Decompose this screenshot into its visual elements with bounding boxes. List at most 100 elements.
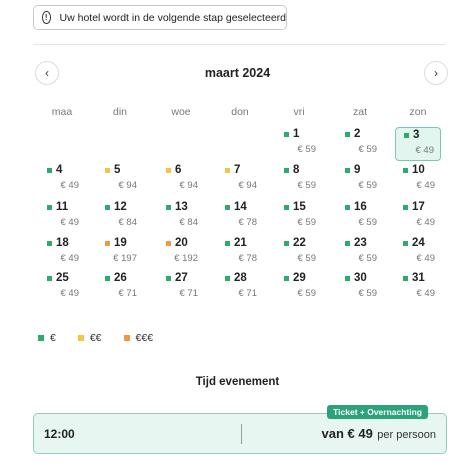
price-block: van € 49 per persoon [322, 425, 437, 443]
chevron-right-icon: › [434, 66, 438, 80]
price-tier-indicator [166, 168, 171, 173]
day-number: 12 [114, 201, 127, 213]
price-tier-indicator [225, 205, 230, 210]
day-10[interactable]: 10 € 49 [395, 163, 441, 197]
day-price: € 49 [415, 145, 435, 156]
day-28[interactable]: 28 € 71 [217, 271, 263, 305]
price-tier-indicator [345, 205, 350, 210]
day-price: € 59 [297, 288, 317, 299]
day-21[interactable]: 21 € 78 [217, 236, 263, 270]
separator [241, 424, 242, 444]
day-22[interactable]: 22 € 59 [276, 236, 322, 270]
day-number: 26 [114, 272, 127, 284]
price-tier-indicator [284, 276, 289, 281]
day-30[interactable]: 30 € 59 [337, 271, 383, 305]
day-31[interactable]: 31 € 49 [395, 271, 441, 305]
day-price: € 59 [297, 180, 317, 191]
day-price: € 197 [113, 253, 137, 264]
day-2[interactable]: 2 € 59 [337, 127, 383, 161]
day-number: 30 [354, 272, 367, 284]
legend-swatch [38, 335, 44, 341]
price-from: van € 49 [321, 426, 373, 441]
day-6[interactable]: 6 € 94 [158, 163, 204, 197]
price-tier-indicator [403, 205, 408, 210]
price-tier-indicator [284, 168, 289, 173]
day-number: 13 [175, 201, 188, 213]
day-29[interactable]: 29 € 59 [276, 271, 322, 305]
day-7[interactable]: 7 € 94 [217, 163, 263, 197]
day-price: € 192 [174, 253, 198, 264]
price-tier-indicator [47, 168, 52, 173]
day-1[interactable]: 1 € 59 [276, 127, 322, 161]
day-8[interactable]: 8 € 59 [276, 163, 322, 197]
day-number: 22 [293, 237, 306, 249]
day-number: 3 [413, 129, 420, 141]
day-24[interactable]: 24 € 49 [395, 236, 441, 270]
divider [33, 44, 446, 45]
day-number: 19 [114, 237, 127, 249]
weekday-zon: zon [409, 106, 427, 118]
day-14[interactable]: 14 € 78 [217, 200, 263, 234]
day-27[interactable]: 27 € 71 [158, 271, 204, 305]
day-number: 23 [354, 237, 367, 249]
legend-item-mid: €€ [77, 332, 102, 344]
weekday-din: din [112, 106, 127, 118]
day-23[interactable]: 23 € 59 [337, 236, 383, 270]
price-tier-indicator [284, 132, 289, 137]
day-5[interactable]: 5 € 94 [97, 163, 143, 197]
price-tier-indicator [47, 241, 52, 246]
day-price: € 49 [416, 180, 436, 191]
day-price: € 49 [60, 288, 80, 299]
event-time-option[interactable]: Ticket + Overnachting 12:00 van € 49 per… [33, 405, 447, 454]
day-number: 2 [354, 128, 361, 140]
day-price: € 84 [118, 217, 138, 228]
weekday-vri: vri [293, 106, 305, 118]
day-18[interactable]: 18 € 49 [39, 236, 85, 270]
price-tier-indicator [166, 241, 171, 246]
day-17[interactable]: 17 € 49 [395, 200, 441, 234]
notice-text: Uw hotel wordt in de volgende stap gesel… [59, 11, 286, 24]
weekday-maa: maa [51, 106, 73, 118]
day-number: 9 [354, 164, 361, 176]
day-number: 15 [293, 201, 306, 213]
day-9[interactable]: 9 € 59 [337, 163, 383, 197]
price-tier-indicator [166, 205, 171, 210]
price-legend: € €€ €€€ [38, 332, 175, 344]
day-number: 8 [293, 164, 300, 176]
day-15[interactable]: 15 € 59 [276, 200, 322, 234]
day-number: 20 [175, 237, 188, 249]
day-price: € 94 [118, 180, 138, 191]
day-20[interactable]: 20 € 192 [158, 236, 204, 270]
next-month-button[interactable]: › [424, 61, 448, 85]
day-number: 11 [56, 201, 69, 213]
day-price: € 71 [238, 288, 258, 299]
day-price: € 59 [358, 180, 378, 191]
day-16[interactable]: 16 € 59 [337, 200, 383, 234]
day-number: 27 [175, 272, 188, 284]
legend-label: €€€ [135, 332, 154, 344]
price-tier-indicator [225, 168, 230, 173]
day-11[interactable]: 11 € 49 [39, 200, 85, 234]
hotel-notice: ! Uw hotel wordt in de volgende stap ges… [33, 5, 287, 30]
price-tier-indicator [225, 276, 230, 281]
day-price: € 59 [358, 288, 378, 299]
day-number: 7 [234, 164, 241, 176]
day-3[interactable]: 3 € 49 [395, 127, 441, 161]
day-13[interactable]: 13 € 84 [158, 200, 204, 234]
price-tier-indicator [403, 168, 408, 173]
info-icon: ! [42, 11, 51, 24]
day-price: € 59 [358, 253, 378, 264]
legend-swatch [77, 335, 84, 341]
day-4[interactable]: 4 € 49 [39, 163, 85, 197]
day-number: 29 [293, 272, 306, 284]
day-12[interactable]: 12 € 84 [97, 200, 143, 234]
price-tier-indicator [166, 276, 171, 281]
day-number: 14 [234, 201, 247, 213]
day-number: 28 [234, 272, 247, 284]
price-tier-indicator [105, 168, 110, 173]
day-26[interactable]: 26 € 71 [97, 271, 143, 305]
day-19[interactable]: 19 € 197 [97, 236, 143, 270]
day-25[interactable]: 25 € 49 [39, 271, 85, 305]
price-tier-indicator [105, 205, 110, 210]
day-number: 25 [56, 272, 69, 284]
